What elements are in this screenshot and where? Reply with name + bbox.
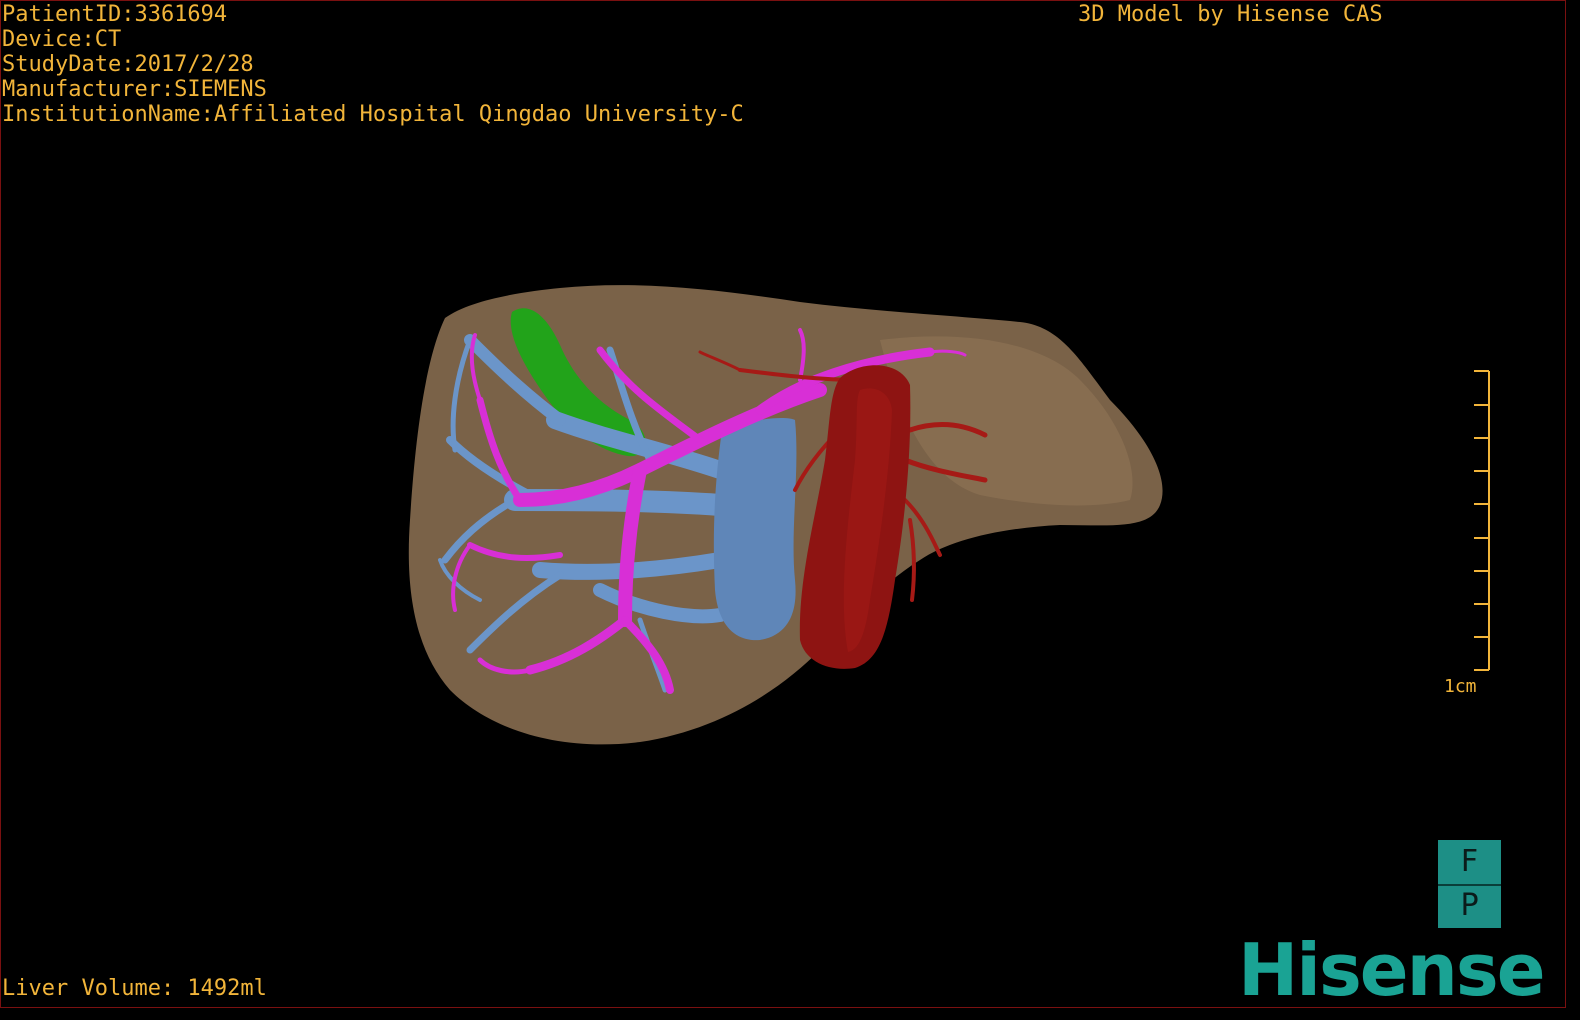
- orientation-divider: [1438, 884, 1501, 886]
- hisense-logo: Hisense: [1238, 928, 1546, 1012]
- patient-id-label: PatientID:3361694: [2, 2, 228, 27]
- scale-bar-label: 1cm: [1444, 676, 1477, 697]
- manufacturer-label: Manufacturer:SIEMENS: [2, 77, 267, 102]
- inferior-vena-cava-model[interactable]: [713, 418, 797, 641]
- liver-volume-label: Liver Volume: 1492ml: [2, 976, 267, 1001]
- orientation-bottom-label: P: [1460, 888, 1479, 923]
- institution-label: InstitutionName:Affiliated Hospital Qing…: [2, 102, 744, 127]
- 3d-model-viewport[interactable]: [0, 0, 1566, 1008]
- orientation-cube[interactable]: F P: [1438, 840, 1501, 928]
- orientation-top-label: F: [1460, 844, 1479, 879]
- device-label: Device:CT: [2, 27, 122, 52]
- model-credit-label: 3D Model by Hisense CAS: [1078, 2, 1383, 27]
- scale-bar: [1474, 370, 1490, 671]
- study-date-label: StudyDate:2017/2/28: [2, 52, 254, 77]
- dicom-info-overlay: PatientID:3361694 Device:CT StudyDate:20…: [2, 2, 744, 127]
